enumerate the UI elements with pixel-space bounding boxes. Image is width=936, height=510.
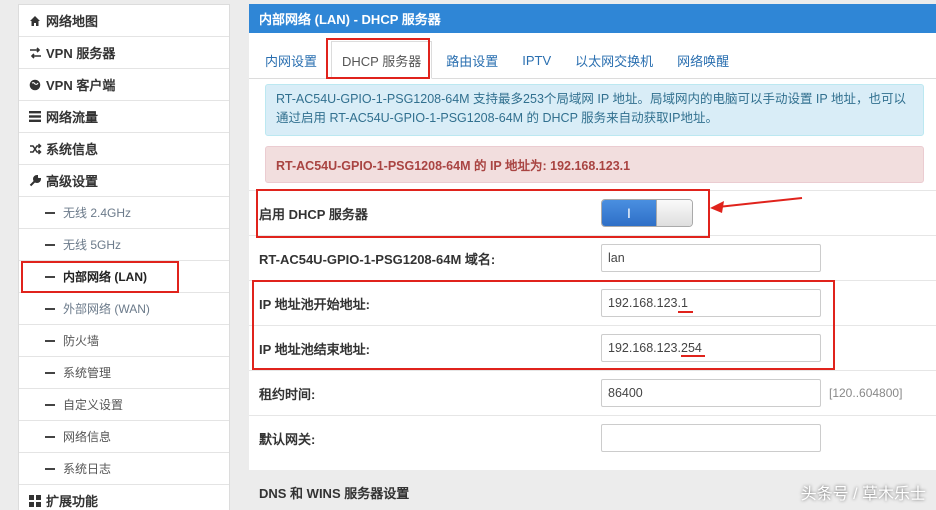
dash-icon bbox=[45, 467, 55, 470]
sidebar-subitem-wireless-5[interactable]: 无线 5GHz bbox=[19, 229, 229, 261]
sidebar-item-vpn-server[interactable]: VPN 服务器 bbox=[19, 37, 229, 69]
annotation-box-dhcp-tab bbox=[326, 38, 430, 79]
sidebar-item-label: VPN 服务器 bbox=[46, 46, 116, 61]
sidebar-nav: 网络地图 VPN 服务器 VPN 客户端 网络流量 系统信息 高级设置 无线 2… bbox=[18, 4, 230, 510]
sidebar-item-label: VPN 客户端 bbox=[46, 78, 116, 93]
annotation-underline-end bbox=[681, 355, 705, 357]
sidebar-subitem-label: 网络信息 bbox=[63, 430, 112, 444]
sidebar-subitem-label: 无线 2.4GHz bbox=[63, 206, 132, 220]
sidebar-subitem-custom[interactable]: 自定义设置 bbox=[19, 389, 229, 421]
dash-icon bbox=[45, 371, 55, 374]
sidebar-item-network-map[interactable]: 网络地图 bbox=[19, 5, 229, 37]
domain-input[interactable] bbox=[601, 244, 821, 272]
sidebar-subitem-syslog[interactable]: 系统日志 bbox=[19, 453, 229, 485]
sidebar-item-extensions[interactable]: 扩展功能 bbox=[19, 485, 229, 510]
sidebar-item-vpn-client[interactable]: VPN 客户端 bbox=[19, 69, 229, 101]
home-icon bbox=[27, 15, 43, 27]
sidebar-item-label: 高级设置 bbox=[46, 174, 99, 189]
dash-icon bbox=[45, 307, 55, 310]
annotation-box-dhcp-toggle bbox=[256, 189, 710, 238]
sidebar-subitem-label: 系统管理 bbox=[63, 366, 112, 380]
sidebar-item-label: 网络地图 bbox=[46, 14, 99, 29]
sidebar-subitem-wan[interactable]: 外部网络 (WAN) bbox=[19, 293, 229, 325]
sidebar-item-advanced[interactable]: 高级设置 bbox=[19, 165, 229, 197]
sidebar-subitem-label: 外部网络 (WAN) bbox=[63, 302, 150, 316]
sidebar-subitem-firewall[interactable]: 防火墙 bbox=[19, 325, 229, 357]
sidebar-item-traffic[interactable]: 网络流量 bbox=[19, 101, 229, 133]
list-icon bbox=[27, 111, 43, 122]
lease-input[interactable] bbox=[601, 379, 821, 407]
gateway-label: 默认网关: bbox=[259, 431, 316, 447]
tab-routing[interactable]: 路由设置 bbox=[436, 42, 508, 78]
annotation-box-lan bbox=[21, 261, 179, 293]
sidebar-subitem-label: 无线 5GHz bbox=[63, 238, 122, 252]
lease-range-hint: [120..604800] bbox=[829, 386, 903, 400]
sidebar-subitem-label: 防火墙 bbox=[63, 334, 100, 348]
info-alert: RT-AC54U-GPIO-1-PSG1208-64M 支持最多253个局域网 … bbox=[265, 84, 924, 136]
ip-address-alert: RT-AC54U-GPIO-1-PSG1208-64M 的 IP 地址为: 19… bbox=[265, 146, 924, 183]
sidebar-subitem-wireless-24[interactable]: 无线 2.4GHz bbox=[19, 197, 229, 229]
exchange-icon bbox=[27, 46, 43, 59]
annotation-arrow-icon bbox=[710, 197, 803, 213]
dash-icon bbox=[45, 435, 55, 438]
sidebar-item-label: 系统信息 bbox=[46, 142, 99, 157]
domain-label: RT-AC54U-GPIO-1-PSG1208-64M 域名: bbox=[259, 251, 496, 267]
tab-lan-settings[interactable]: 内网设置 bbox=[255, 42, 327, 78]
domain-row: RT-AC54U-GPIO-1-PSG1208-64M 域名: bbox=[249, 235, 936, 280]
sidebar-item-label: 扩展功能 bbox=[46, 494, 99, 509]
page-title: 内部网络 (LAN) - DHCP 服务器 bbox=[249, 4, 936, 33]
wrench-icon bbox=[27, 174, 43, 187]
watermark-text: 头条号 / 草木乐士 bbox=[800, 486, 926, 503]
annotation-underline-start bbox=[678, 311, 693, 313]
sidebar-subitem-admin[interactable]: 系统管理 bbox=[19, 357, 229, 389]
dash-icon bbox=[45, 211, 55, 214]
tab-iptv[interactable]: IPTV bbox=[512, 42, 561, 78]
sidebar-item-system-info[interactable]: 系统信息 bbox=[19, 133, 229, 165]
sidebar-subitem-netinfo[interactable]: 网络信息 bbox=[19, 421, 229, 453]
tab-wake-on-lan[interactable]: 网络唤醒 bbox=[667, 42, 739, 78]
gateway-input[interactable] bbox=[601, 424, 821, 452]
grid-icon bbox=[27, 494, 43, 507]
shuffle-icon bbox=[27, 142, 43, 155]
lease-label: 租约时间: bbox=[259, 386, 316, 402]
dash-icon bbox=[45, 339, 55, 342]
sidebar-subitem-label: 自定义设置 bbox=[63, 398, 124, 412]
annotation-box-ip-pool bbox=[252, 280, 835, 370]
lease-row: 租约时间: [120..604800] bbox=[249, 370, 936, 415]
tab-ethernet-switch[interactable]: 以太网交换机 bbox=[565, 42, 663, 78]
sidebar-subitem-label: 系统日志 bbox=[63, 462, 112, 476]
dash-icon bbox=[45, 243, 55, 246]
globe-icon bbox=[27, 79, 43, 91]
dash-icon bbox=[45, 403, 55, 406]
gateway-row: 默认网关: bbox=[249, 415, 936, 460]
sidebar-item-label: 网络流量 bbox=[46, 110, 99, 125]
main-panel: 内部网络 (LAN) - DHCP 服务器 内网设置 DHCP 服务器 路由设置… bbox=[249, 4, 936, 510]
